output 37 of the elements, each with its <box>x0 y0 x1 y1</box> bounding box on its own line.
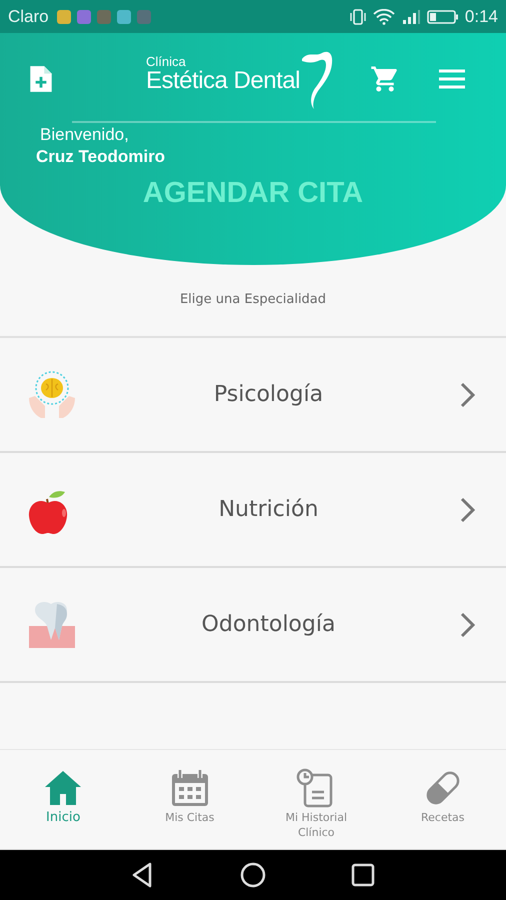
carrier-name: Claro <box>8 6 49 26</box>
notification-icon <box>76 10 91 24</box>
nav-tab[interactable]: Inicio <box>0 750 126 849</box>
vibrate-icon <box>348 8 367 24</box>
tooth-logo-icon <box>300 49 334 109</box>
add-document-icon[interactable] <box>28 64 54 94</box>
chevron-right-icon <box>460 382 476 408</box>
nav-tab[interactable]: Mi Historial Clínico <box>253 750 380 849</box>
specialty-label: Psicología <box>212 382 324 407</box>
notification-icon <box>96 10 111 24</box>
specialty-item[interactable]: Odontología <box>0 568 506 683</box>
notification-icon <box>116 10 131 24</box>
specialty-item[interactable]: Psicología <box>0 338 506 453</box>
specialty-item[interactable]: Nutrición <box>0 453 506 568</box>
home-icon <box>43 768 84 808</box>
calendar-icon <box>170 768 210 808</box>
nav-tab[interactable]: Mis Citas <box>126 750 253 849</box>
specialty-label: Nutrición <box>218 497 320 522</box>
page-title: AGENDAR CITA <box>142 177 364 210</box>
specialty-label: Odontología <box>200 612 336 637</box>
brain-hands-icon <box>27 370 77 420</box>
logo-title: Estética Dental <box>146 68 300 94</box>
logo-subtitle: Clínica <box>146 55 187 68</box>
tooth-icon <box>27 600 77 650</box>
home-circle-icon[interactable] <box>238 860 268 890</box>
battery-icon <box>426 8 459 24</box>
chevron-right-icon <box>460 612 476 638</box>
nav-tab[interactable]: Recetas <box>380 750 506 849</box>
section-prompt: Elige una Especialidad <box>178 292 328 309</box>
chevron-right-icon <box>460 496 476 522</box>
wifi-icon <box>372 8 395 24</box>
user-name: Cruz Teodomiro <box>36 147 166 167</box>
signal-icon <box>400 8 421 24</box>
notification-icon <box>136 10 151 24</box>
clock-time: 0:14 <box>464 6 498 26</box>
greeting-text: Bienvenido, <box>39 125 130 145</box>
notification-icon <box>56 10 71 24</box>
